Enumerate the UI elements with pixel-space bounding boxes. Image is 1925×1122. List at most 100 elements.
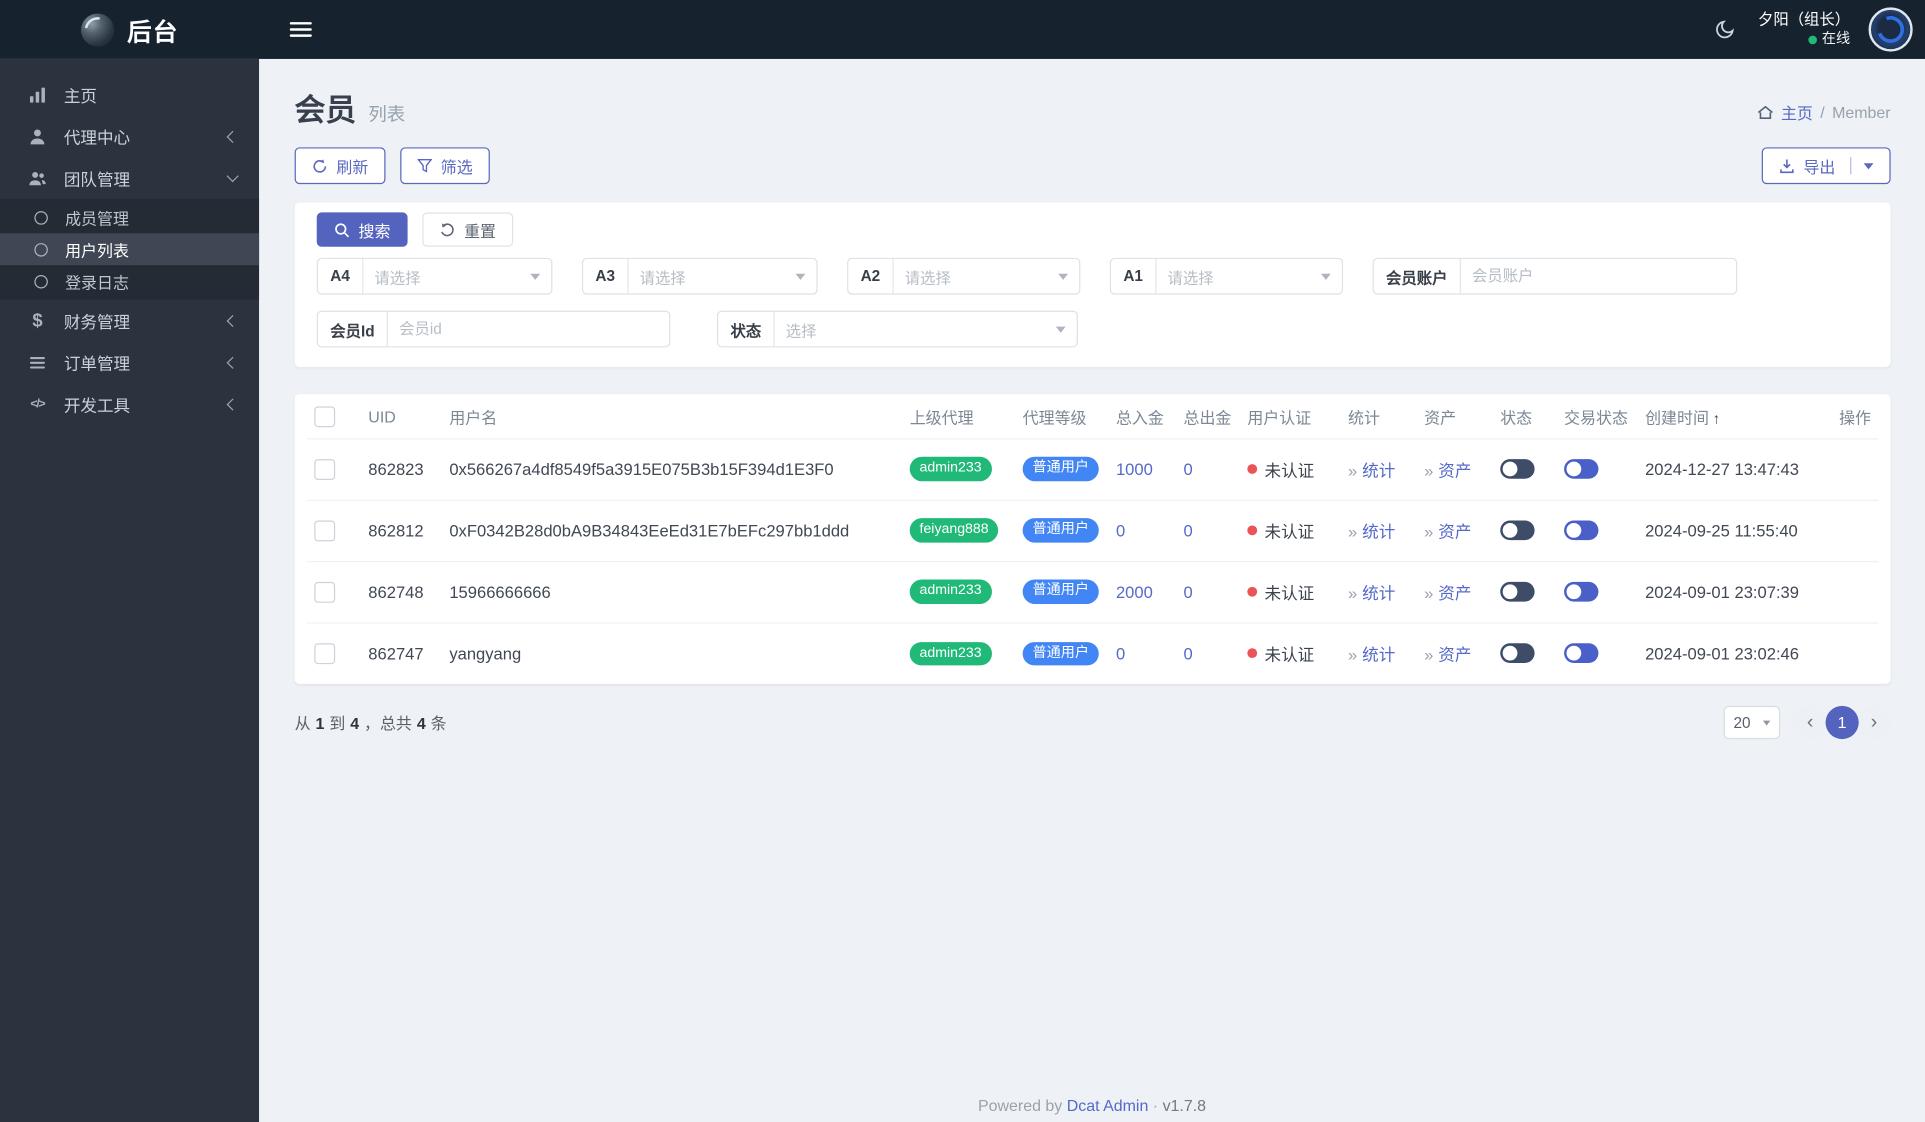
sidebar: 主页 代理中心 团队管理 成员管理 用户列表 登录日志 $ 财务管理 订单管理 …	[0, 58, 260, 1122]
column-header-created[interactable]: 创建时间 ↑	[1637, 396, 1832, 439]
team-submenu: 成员管理 用户列表 登录日志	[0, 198, 260, 300]
next-page-button[interactable]: ›	[1857, 705, 1891, 740]
sidebar-item-home[interactable]: 主页	[0, 74, 259, 116]
filter-a1-select[interactable]: A1 请选择	[1109, 257, 1344, 295]
cell-username: 0xF0342B28d0bA9B34843EeEd31E7bEFc297bb1d…	[441, 499, 903, 562]
trade-status-toggle[interactable]	[1564, 643, 1599, 664]
chevrons-right-icon: »	[1424, 522, 1434, 542]
deposit-link[interactable]: 1000	[1116, 460, 1153, 478]
sidebar-item-label: 登录日志	[65, 273, 129, 292]
circle-icon	[31, 210, 52, 225]
sidebar-item-label: 主页	[63, 87, 97, 106]
status-toggle[interactable]	[1500, 520, 1535, 541]
deposit-link[interactable]: 0	[1116, 644, 1125, 662]
assets-link[interactable]: 资产	[1438, 646, 1471, 664]
row-checkbox[interactable]	[314, 642, 336, 664]
chevron-down-icon	[1055, 325, 1066, 333]
level-badge: 普通用户	[1022, 579, 1099, 604]
dark-mode-toggle[interactable]	[1710, 15, 1739, 44]
sidebar-item-orders[interactable]: 订单管理	[0, 341, 259, 383]
trade-status-toggle[interactable]	[1564, 520, 1599, 541]
column-header-auth: 用户认证	[1239, 396, 1341, 439]
column-header-status: 状态	[1492, 396, 1557, 439]
sidebar-item-team[interactable]: 团队管理	[0, 157, 259, 199]
search-button-label: 搜索	[358, 221, 391, 241]
column-header-level: 代理等级	[1015, 396, 1109, 439]
user-menu[interactable]: 夕阳（组长） 在线	[1758, 10, 1850, 48]
reset-button-label: 重置	[464, 221, 497, 241]
filter-status-select[interactable]: 状态 选择	[716, 310, 1078, 348]
sidebar-toggle-button[interactable]	[289, 21, 312, 38]
stats-link[interactable]: 统计	[1362, 523, 1395, 541]
chevrons-right-icon: »	[1347, 461, 1358, 481]
member-id-input[interactable]	[388, 311, 670, 347]
sidebar-item-member-manage[interactable]: 成员管理	[0, 201, 259, 233]
trade-status-toggle[interactable]	[1564, 582, 1599, 602]
status-toggle[interactable]	[1500, 582, 1535, 602]
status-toggle[interactable]	[1500, 459, 1535, 480]
code-icon: </>	[30, 397, 45, 411]
withdraw-link[interactable]: 0	[1183, 644, 1192, 662]
assets-link[interactable]: 资产	[1438, 462, 1471, 480]
filter-label: 会员Id	[318, 311, 389, 347]
withdraw-link[interactable]: 0	[1183, 521, 1192, 539]
chevron-left-icon	[226, 130, 239, 143]
filter-account-group: 会员账户	[1372, 257, 1738, 295]
reset-button[interactable]: 重置	[422, 212, 514, 247]
deposit-link[interactable]: 0	[1116, 521, 1125, 539]
auth-status: 未认证	[1264, 461, 1315, 481]
search-button[interactable]: 搜索	[316, 212, 408, 247]
sidebar-item-dev-tools[interactable]: </> 开发工具	[0, 383, 259, 425]
account-input[interactable]	[1460, 259, 1736, 294]
auth-status: 未认证	[1264, 584, 1315, 603]
sidebar-item-login-log[interactable]: 登录日志	[0, 265, 259, 297]
auth-status: 未认证	[1264, 646, 1315, 665]
page-size-value: 20	[1733, 713, 1751, 732]
breadcrumb-home-link[interactable]: 主页	[1781, 101, 1813, 124]
assets-link[interactable]: 资产	[1438, 523, 1471, 541]
refresh-button[interactable]: 刷新	[294, 147, 386, 185]
cell-actions	[1832, 622, 1879, 683]
filter-label: A3	[583, 259, 629, 294]
column-header-agent: 上级代理	[902, 396, 1016, 439]
page-size-select[interactable]: 20	[1723, 705, 1781, 740]
app-logo[interactable]: 后台	[0, 0, 259, 59]
cell-actions	[1831, 561, 1879, 624]
stats-link[interactable]: 统计	[1362, 646, 1395, 664]
user-icon	[27, 127, 48, 145]
withdraw-link[interactable]: 0	[1183, 583, 1192, 601]
trade-status-toggle[interactable]	[1564, 459, 1599, 480]
agent-badge: feiyang888	[909, 518, 999, 543]
row-checkbox[interactable]	[314, 581, 336, 603]
column-header-withdraw: 总出金	[1176, 396, 1240, 439]
withdraw-link[interactable]: 0	[1183, 460, 1192, 478]
chevrons-right-icon: »	[1424, 584, 1434, 603]
search-icon	[334, 222, 350, 238]
filter-member-id-group: 会员Id	[316, 310, 671, 348]
cell-created: 2024-09-01 23:02:46	[1645, 644, 1799, 663]
status-toggle[interactable]	[1500, 643, 1535, 664]
dcat-admin-link[interactable]: Dcat Admin	[1067, 1096, 1149, 1114]
stats-link[interactable]: 统计	[1362, 462, 1395, 480]
stats-link[interactable]: 统计	[1362, 584, 1395, 602]
cell-actions	[1831, 499, 1879, 562]
filter-a4-select[interactable]: A4 请选择	[316, 257, 553, 295]
sidebar-item-finance[interactable]: $ 财务管理	[0, 300, 259, 342]
filter-button[interactable]: 筛选	[400, 147, 490, 185]
row-checkbox[interactable]	[314, 458, 336, 480]
row-checkbox[interactable]	[314, 519, 336, 541]
chevron-left-icon	[226, 397, 239, 410]
prev-page-button[interactable]: ‹	[1793, 705, 1827, 740]
assets-link[interactable]: 资产	[1438, 584, 1471, 602]
filter-a2-select[interactable]: A2 请选择	[847, 257, 1081, 295]
select-all-checkbox[interactable]	[314, 406, 336, 428]
filter-a3-select[interactable]: A3 请选择	[581, 257, 818, 295]
sidebar-item-user-list[interactable]: 用户列表	[0, 233, 260, 266]
home-icon	[1756, 104, 1773, 120]
sidebar-item-agent-center[interactable]: 代理中心	[0, 115, 259, 157]
deposit-link[interactable]: 2000	[1116, 583, 1153, 601]
page-1-button[interactable]: 1	[1825, 705, 1859, 740]
circle-icon	[31, 242, 52, 256]
avatar[interactable]	[1868, 7, 1913, 52]
export-button[interactable]: 导出	[1761, 147, 1891, 185]
